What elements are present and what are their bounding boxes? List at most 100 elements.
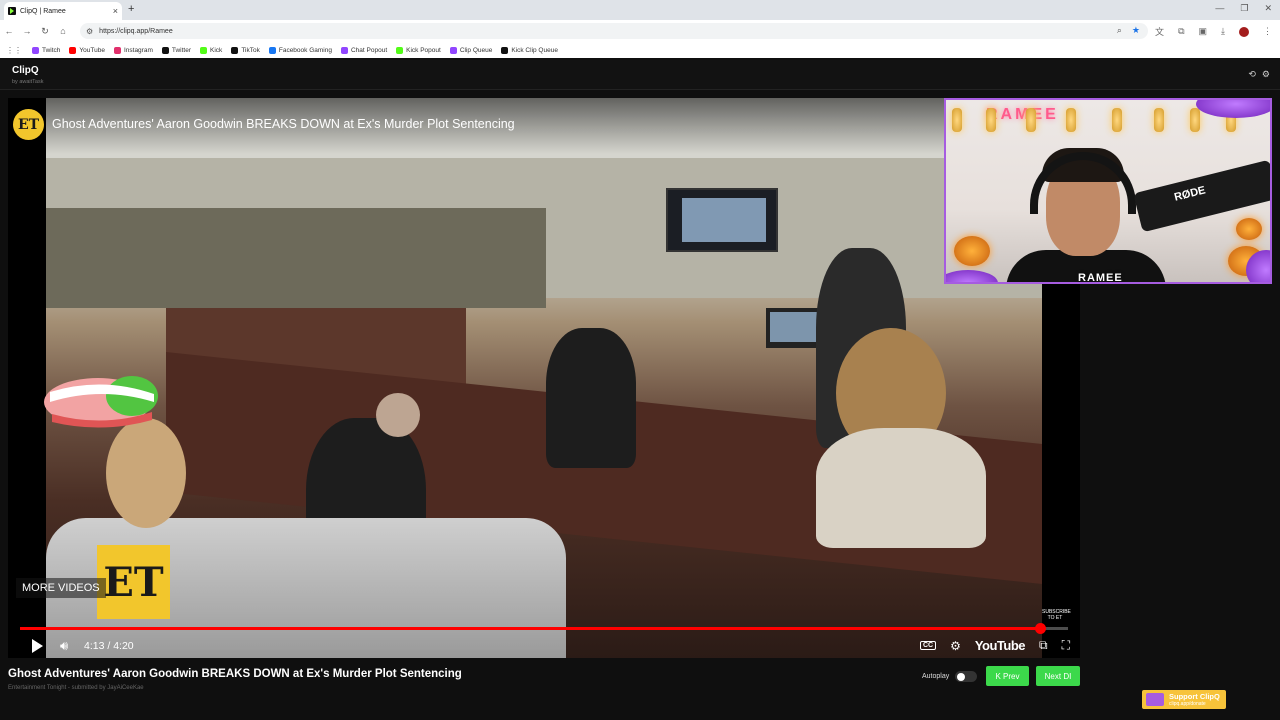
video-player[interactable]: ET Ghost Adventures' Aaron Goodwin BREAK… xyxy=(8,98,1080,658)
subscribe-watermark[interactable]: SUBSCRIBE TO ET xyxy=(1042,609,1071,621)
bookmark-label: Twitch xyxy=(42,46,61,54)
settings-sliders-icon[interactable]: ⚙ xyxy=(1262,69,1270,80)
prev-button[interactable]: K Prev xyxy=(986,666,1029,686)
forward-icon[interactable]: → xyxy=(18,26,36,36)
bookmark-item[interactable]: Facebook Gaming xyxy=(268,46,332,54)
progress-bar[interactable] xyxy=(20,623,1068,634)
bookmark-favicon-icon xyxy=(32,46,39,54)
bookmarks-bar: ⋮⋮ Twitch YouTube Instagram Twitter Kick TikT… xyxy=(0,42,1280,58)
queue-sidebar xyxy=(1088,290,1280,690)
emote-sticker-icon xyxy=(44,376,158,428)
bookmark-favicon-icon xyxy=(449,46,457,54)
fullscreen-icon[interactable]: ⛶ xyxy=(1062,638,1070,653)
settings-gear-icon[interactable]: ⚙ xyxy=(950,639,961,653)
browser-tab-strip: ClipQ | Ramee × + — ❐ ✕ xyxy=(0,0,1280,20)
autoplay-control: Autoplay xyxy=(922,671,978,682)
tab-title: ClipQ | Ramee xyxy=(20,7,66,15)
address-bar[interactable]: ⚙ https://clipq.app/Ramee ⌕ ★ xyxy=(80,23,1148,39)
bookmark-item[interactable]: YouTube xyxy=(69,46,105,54)
apps-grid-icon[interactable]: ⋮⋮ xyxy=(6,46,22,55)
webcam-overlay: RAMEE RØDE RAMEE xyxy=(944,98,1272,284)
now-playing-title: Ghost Adventures' Aaron Goodwin BREAKS D… xyxy=(8,668,462,680)
new-tab-button[interactable]: + xyxy=(128,3,134,15)
support-url: clipq.app/donate xyxy=(1169,700,1206,707)
progress-scrubber[interactable] xyxy=(1034,623,1046,634)
bookmark-item[interactable]: Kick xyxy=(200,46,223,54)
neon-sign: RAMEE xyxy=(986,106,1059,123)
close-tab-icon[interactable]: × xyxy=(113,6,118,16)
app-byline: by awaitTask xyxy=(12,79,44,85)
bookmark-favicon-icon xyxy=(231,46,239,54)
support-title: Support ClipQ xyxy=(1169,691,1220,701)
bookmark-item[interactable]: Kick Clip Queue xyxy=(501,46,558,54)
bookmark-favicon-icon xyxy=(113,46,121,54)
profile-avatar[interactable] xyxy=(1239,26,1249,37)
bookmark-item[interactable]: Kick Popout xyxy=(396,46,441,54)
bookmark-item[interactable]: Twitter xyxy=(161,46,191,54)
history-icon[interactable]: ⟲ xyxy=(1248,69,1256,80)
bookmark-favicon-icon xyxy=(340,46,348,54)
next-button[interactable]: Next DI xyxy=(1036,666,1080,686)
bookmark-label: Clip Queue xyxy=(459,46,493,54)
now-playing-meta: Entertainment Tonight - submitted by Jay… xyxy=(8,685,144,691)
pumpkin-icon xyxy=(1236,218,1262,240)
browser-toolbar: ← → ↻ ⌂ ⚙ https://clipq.app/Ramee ⌕ ★ 文 … xyxy=(0,20,1280,42)
bookmark-favicon-icon xyxy=(69,46,77,54)
sidepanel-icon[interactable]: ▣ xyxy=(1199,26,1208,37)
bookmark-favicon-icon xyxy=(268,46,276,54)
video-title-overlay: ET Ghost Adventures' Aaron Goodwin BREAK… xyxy=(8,98,1080,154)
bookmark-star-icon[interactable]: ★ xyxy=(1132,25,1140,36)
bookmark-item[interactable]: Clip Queue xyxy=(449,46,493,54)
bookmark-label: YouTube xyxy=(79,46,105,54)
browser-tab[interactable]: ClipQ | Ramee × xyxy=(4,2,122,20)
player-controls: 🔊︎ 4:13 / 4:20 CC ⚙ YouTube ⧉ ⛶ xyxy=(8,634,1080,658)
bookmark-item[interactable]: Twitch xyxy=(32,46,61,54)
maximize-icon[interactable]: ❐ xyxy=(1240,3,1248,14)
zoom-icon[interactable]: ⌕ xyxy=(1117,25,1122,36)
coffee-icon xyxy=(1146,693,1164,706)
close-window-icon[interactable]: ✕ xyxy=(1264,3,1272,14)
app-logo[interactable]: ClipQ xyxy=(12,65,39,76)
bookmark-label: TikTok xyxy=(241,46,260,54)
download-icon[interactable]: ⤓ xyxy=(1221,26,1225,37)
clipq-favicon-icon xyxy=(8,7,16,15)
bookmark-label: Facebook Gaming xyxy=(278,46,332,54)
autoplay-toggle[interactable] xyxy=(955,671,978,682)
cast-icon[interactable]: ⧉ xyxy=(1039,638,1048,653)
bookmark-favicon-icon xyxy=(200,46,208,54)
bookmark-favicon-icon xyxy=(396,46,404,54)
time-display: 4:13 / 4:20 xyxy=(84,640,134,652)
video-frame xyxy=(46,98,1042,658)
bookmark-label: Kick Popout xyxy=(406,46,441,54)
progress-fill xyxy=(20,627,1040,630)
captions-button[interactable]: CC xyxy=(919,641,937,650)
app-header: ClipQ by awaitTask ⟲ ⚙ xyxy=(0,60,1280,90)
bookmark-label: Kick Clip Queue xyxy=(511,46,558,54)
bookmark-item[interactable]: Chat Popout xyxy=(340,46,387,54)
support-button[interactable]: Support ClipQ clipq.app/donate xyxy=(1142,690,1226,709)
extensions-area: 文 ⧉ ▣ ⤓ ⋮ xyxy=(1155,25,1272,38)
window-controls: — ❐ ✕ xyxy=(1215,3,1272,14)
bookmark-favicon-icon xyxy=(501,46,509,54)
minimize-icon[interactable]: — xyxy=(1215,3,1224,14)
bookmark-label: Kick xyxy=(210,46,223,54)
youtube-logo[interactable]: YouTube xyxy=(975,638,1026,653)
volume-icon[interactable]: 🔊︎ xyxy=(60,638,68,654)
extensions-icon[interactable]: ⧉ xyxy=(1178,26,1184,37)
bookmark-item[interactable]: TikTok xyxy=(231,46,260,54)
autoplay-label: Autoplay xyxy=(922,673,950,680)
channel-badge[interactable]: ET xyxy=(13,109,44,140)
home-icon[interactable]: ⌂ xyxy=(54,26,72,36)
streamer-name: RAMEE xyxy=(1078,272,1123,284)
video-title[interactable]: Ghost Adventures' Aaron Goodwin BREAKS D… xyxy=(52,117,515,131)
bookmark-item[interactable]: Instagram xyxy=(113,46,153,54)
site-info-icon[interactable]: ⚙ xyxy=(86,27,93,36)
et-logo: ET xyxy=(97,545,170,619)
back-icon[interactable]: ← xyxy=(0,26,18,36)
play-icon[interactable] xyxy=(32,639,43,653)
reload-icon[interactable]: ↻ xyxy=(36,26,54,37)
more-videos-button[interactable]: MORE VIDEOS xyxy=(16,578,106,598)
translate-icon[interactable]: 文 xyxy=(1155,25,1164,38)
pumpkin-icon xyxy=(954,236,990,266)
menu-icon[interactable]: ⋮ xyxy=(1263,26,1272,37)
